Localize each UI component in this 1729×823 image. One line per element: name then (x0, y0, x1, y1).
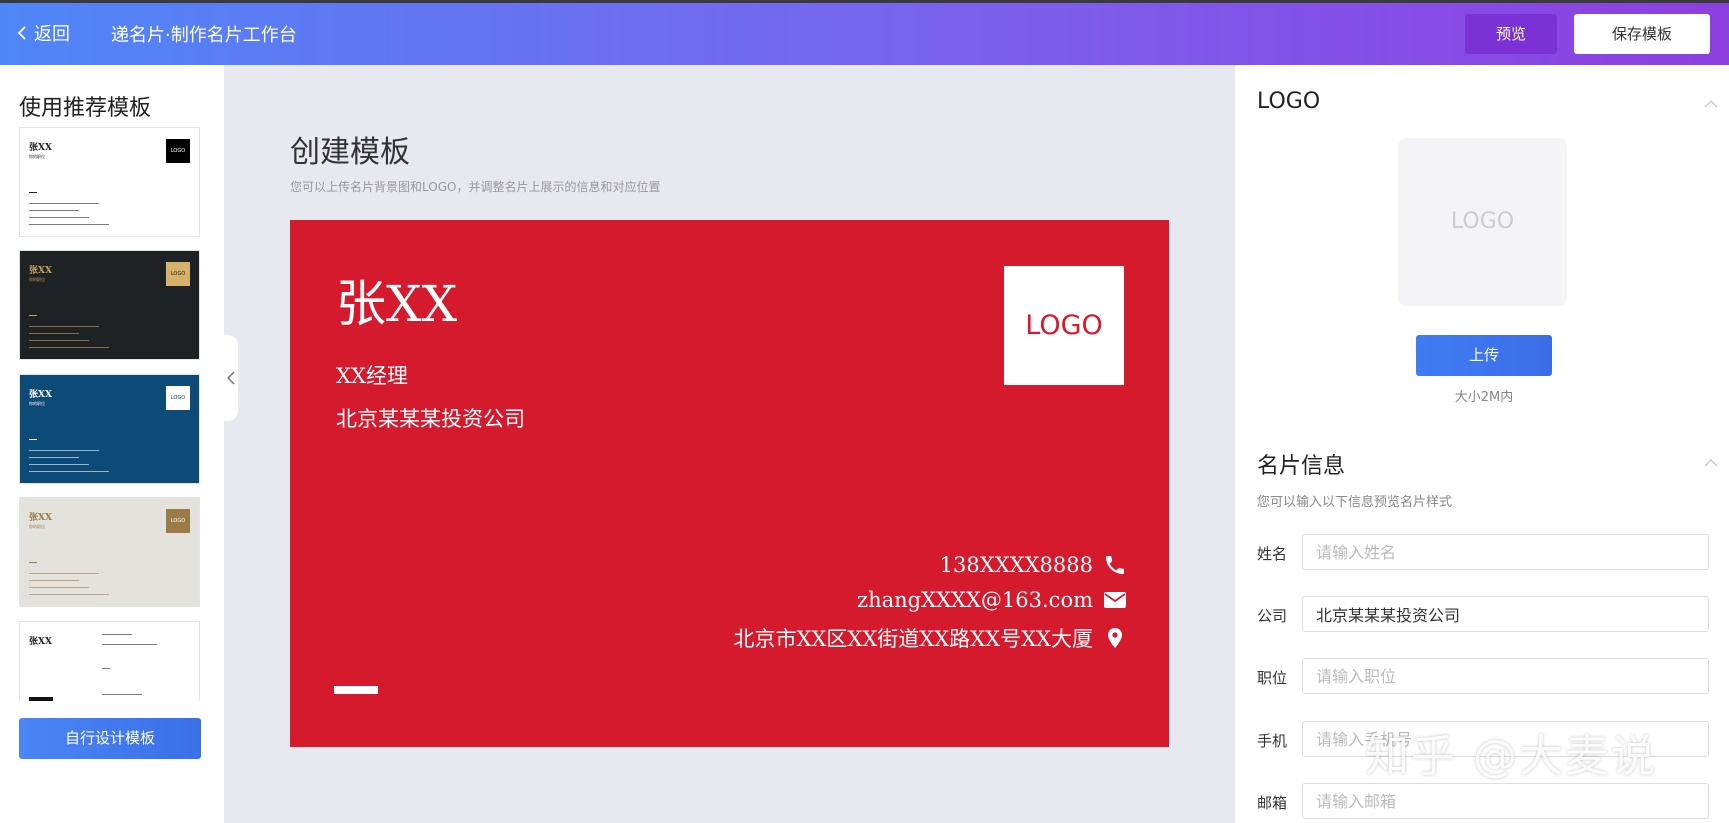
template-line (29, 210, 79, 211)
email-label: 邮箱 (1257, 794, 1288, 812)
chevron-up-icon[interactable] (1703, 99, 1719, 109)
template-line (29, 573, 99, 574)
email-input[interactable] (1302, 783, 1709, 819)
name-label: 姓名 (1257, 545, 1288, 563)
card-address-row[interactable]: 北京市XX区XX街道XX路XX号XX大厦 (733, 623, 1127, 653)
collapse-sidebar-handle[interactable] (224, 335, 238, 421)
position-label: 职位 (1257, 669, 1288, 687)
template-line (29, 326, 99, 327)
back-label: 返回 (34, 24, 70, 45)
card-address: 北京市XX区XX街道XX路XX号XX大厦 (733, 627, 1093, 651)
template-line (29, 217, 89, 218)
template-thumbnail-1[interactable]: 张XX 你的职位 LOGO (19, 127, 200, 237)
phone-icon (1106, 556, 1124, 574)
card-name[interactable]: 张XX (336, 264, 457, 336)
chevron-left-icon (17, 26, 26, 40)
logo-placeholder[interactable]: LOGO (1398, 138, 1567, 306)
template-logo: LOGO (166, 262, 190, 286)
template-line (29, 580, 79, 581)
info-section-description: 您可以输入以下信息预览名片样式 (1257, 495, 1453, 510)
custom-design-button[interactable]: 自行设计模板 (19, 718, 201, 759)
info-section-title: 名片信息 (1257, 454, 1346, 479)
template-logo: LOGO (166, 509, 190, 533)
template-line (29, 587, 89, 588)
card-position[interactable]: XX经理 (336, 360, 408, 390)
template-line (29, 457, 79, 458)
template-divider (29, 439, 37, 440)
template-name: 张XX (29, 637, 52, 647)
card-email: zhangXXXX@163.com (857, 588, 1093, 612)
template-line (29, 594, 109, 595)
template-sidebar: 使用推荐模板 张XX 你的职位 LOGO 张XX 你的职位 LOGO 张XX 你… (0, 65, 224, 823)
card-logo[interactable]: LOGO (1004, 266, 1124, 385)
chevron-up-icon[interactable] (1703, 458, 1719, 468)
template-line (102, 668, 110, 669)
template-name: 张XX (29, 266, 52, 276)
settings-panel: LOGO LOGO 上传 大小2M内 名片信息 您可以输入以下信息预览名片样式 … (1235, 65, 1729, 823)
template-line (29, 203, 99, 204)
template-line (102, 644, 157, 645)
template-name: 张XX (29, 143, 52, 153)
workspace-description: 您可以上传名片背景图和LOGO，并调整名片上展示的信息和对应位置 (290, 180, 661, 194)
template-subtitle: 你的职位 (29, 154, 45, 159)
workspace-title: 创建模板 (290, 135, 410, 170)
back-button[interactable]: 返回 (16, 20, 70, 46)
template-line (29, 347, 109, 348)
template-thumbnail-3[interactable]: 张XX 你的职位 LOGO (19, 374, 200, 484)
preview-button[interactable]: 预览 (1465, 14, 1557, 54)
position-input[interactable] (1302, 658, 1709, 694)
app-title: 递名片·制作名片工作台 (111, 25, 297, 46)
template-line (29, 224, 109, 225)
template-logo: LOGO (166, 139, 190, 163)
template-logo: LOGO (166, 386, 190, 410)
card-phone-row[interactable]: 138XXXX8888 (940, 553, 1127, 577)
card-phone: 138XXXX8888 (939, 553, 1093, 577)
template-name: 张XX (29, 513, 52, 523)
template-bar (29, 697, 53, 701)
top-bar: 返回 递名片·制作名片工作台 预览 保存模板 (0, 0, 1729, 65)
card-company[interactable]: 北京某某某投资公司 (336, 403, 525, 433)
name-input[interactable] (1302, 534, 1709, 570)
template-line (29, 471, 109, 472)
template-line (102, 694, 142, 695)
save-template-button[interactable]: 保存模板 (1574, 14, 1710, 54)
chevron-left-icon (227, 371, 235, 385)
template-line (29, 340, 89, 341)
template-divider (29, 192, 37, 193)
template-divider (29, 562, 37, 563)
upload-size-note: 大小2M内 (1454, 390, 1514, 405)
mail-icon (1104, 592, 1126, 608)
company-label: 公司 (1257, 607, 1288, 625)
template-subtitle: 你的职位 (29, 524, 45, 529)
card-accent-bar (334, 686, 378, 694)
logo-section-title: LOGO (1257, 89, 1321, 114)
location-pin-icon (1108, 628, 1122, 648)
template-subtitle: 你的职位 (29, 277, 45, 282)
watermark: 知乎 @大麦说 (1365, 731, 1657, 782)
sidebar-title: 使用推荐模板 (19, 96, 152, 121)
card-email-row[interactable]: zhangXXXX@163.com (857, 588, 1127, 612)
template-line (29, 333, 79, 334)
template-line (29, 450, 99, 451)
template-line (102, 634, 132, 635)
upload-button[interactable]: 上传 (1416, 335, 1552, 376)
template-line (29, 464, 89, 465)
workspace: 创建模板 您可以上传名片背景图和LOGO，并调整名片上展示的信息和对应位置 张X… (224, 65, 1235, 823)
template-thumbnail-2[interactable]: 张XX 你的职位 LOGO (19, 250, 200, 360)
template-divider (29, 315, 37, 316)
phone-label: 手机 (1257, 732, 1288, 750)
business-card-preview: 张XX XX经理 北京某某某投资公司 LOGO 138XXXX8888 zhan… (290, 220, 1169, 747)
template-subtitle: 你的职位 (29, 401, 45, 406)
template-name: 张XX (29, 390, 52, 400)
template-thumbnail-4[interactable]: 张XX 你的职位 LOGO (19, 497, 200, 607)
company-input[interactable] (1302, 596, 1709, 632)
template-thumbnail-5[interactable]: 张XX (19, 621, 200, 701)
